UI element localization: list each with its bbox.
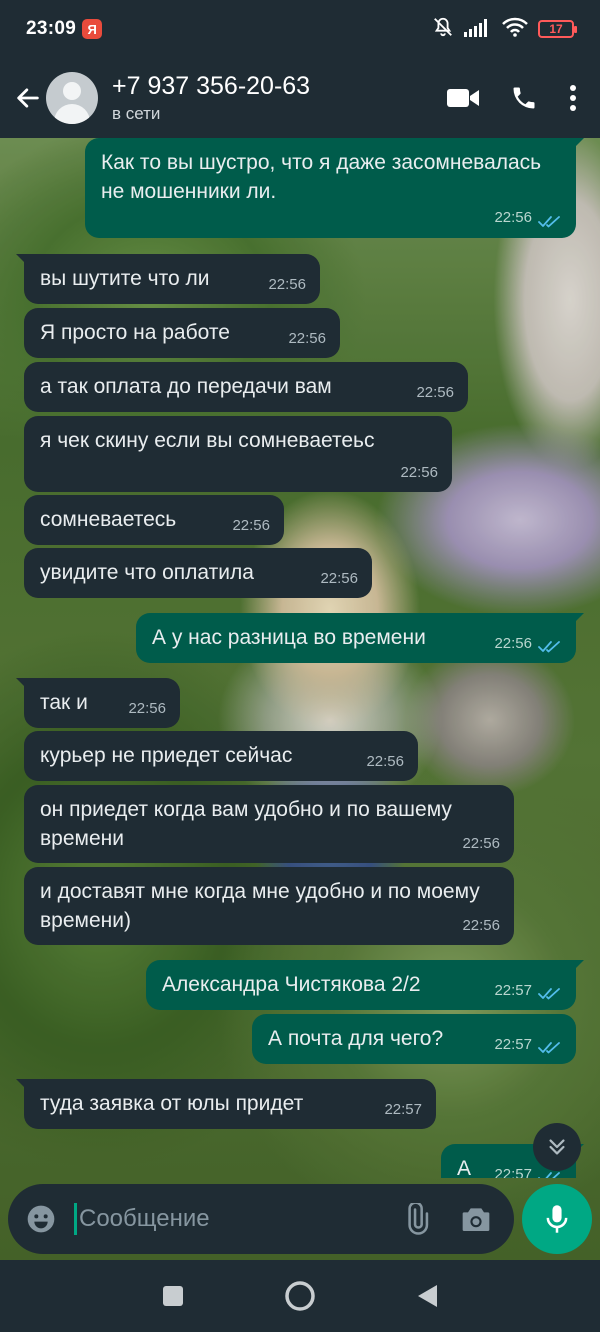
message-time: 22:57: [494, 982, 532, 999]
message-incoming[interactable]: а так оплата до передачи вам 22:56: [24, 362, 468, 412]
message-composer: [8, 1184, 514, 1254]
message-outgoing[interactable]: А у нас разница во времени 22:56: [136, 613, 584, 663]
message-incoming[interactable]: туда заявка от юлы придет 22:57: [16, 1079, 436, 1129]
video-call-icon: [447, 89, 479, 107]
contact-status: в сети: [112, 104, 161, 123]
message-text: А у нас разница во времени: [152, 626, 426, 649]
back-nav-button[interactable]: [403, 1272, 451, 1320]
message-text: он приедет когда вам удобно и по вашему …: [40, 798, 452, 850]
yandex-notification-icon: Я: [82, 19, 103, 39]
message-text: А почта для чего?: [268, 1027, 444, 1050]
message-text: А: [457, 1157, 472, 1178]
message-incoming[interactable]: он приедет когда вам удобно и по вашему …: [24, 785, 514, 863]
message-incoming[interactable]: увидите что оплатила 22:56: [24, 548, 372, 598]
double-chevron-down-icon: [549, 1139, 565, 1155]
message-time: 22:56: [288, 330, 326, 347]
voice-call-button[interactable]: [510, 84, 538, 112]
emoji-icon: [27, 1205, 55, 1233]
message-incoming[interactable]: Я просто на работе 22:56: [24, 308, 340, 358]
read-receipt-icon: [538, 988, 560, 1000]
message-time: 22:56: [416, 384, 454, 401]
message-time: 22:56: [462, 917, 500, 934]
message-text: Александра Чистякова 2/2: [162, 973, 421, 996]
attach-button[interactable]: [396, 1199, 436, 1239]
message-text: увидите что оплатила: [40, 561, 254, 584]
message-text: сомневаетесь: [40, 508, 177, 531]
message-time: 22:57: [494, 1166, 532, 1178]
read-receipt-icon: [538, 216, 560, 228]
more-options-button[interactable]: [568, 84, 578, 112]
avatar[interactable]: [46, 72, 98, 124]
text-cursor: [74, 1203, 77, 1235]
avatar-head: [63, 82, 81, 100]
message-text: Как то вы шустро, что я даже засомневала…: [101, 151, 542, 203]
message-time: 22:56: [494, 209, 532, 226]
home-icon: [285, 1281, 315, 1311]
message-incoming[interactable]: сомневаетесь 22:56: [24, 495, 284, 545]
message-time: 22:57: [494, 1036, 532, 1053]
back-triangle-icon: [417, 1285, 437, 1307]
message-time: 22:56: [400, 464, 438, 481]
read-receipt-icon: [538, 1172, 560, 1178]
status-bar: 23:09 Я 17: [0, 0, 600, 58]
mute-icon: [432, 16, 454, 43]
emoji-button[interactable]: [24, 1202, 58, 1236]
message-incoming[interactable]: курьер не приедет сейчас 22:56: [24, 731, 418, 781]
message-incoming[interactable]: вы шутите что ли 22:56: [16, 254, 320, 304]
recents-button[interactable]: [149, 1272, 197, 1320]
back-button[interactable]: [4, 74, 52, 122]
message-text: и доставят мне когда мне удобно и по мое…: [40, 880, 480, 932]
message-text: а так оплата до передачи вам: [40, 375, 332, 398]
message-time: 22:56: [462, 835, 500, 852]
message-time: 22:56: [494, 635, 532, 652]
message-text: я чек скину если вы сомневаетеьс: [40, 429, 375, 452]
message-time: 22:57: [384, 1101, 422, 1118]
message-text: вы шутите что ли: [40, 267, 210, 290]
message-outgoing[interactable]: А почта для чего? 22:57: [252, 1014, 576, 1064]
video-call-button[interactable]: [446, 86, 480, 110]
back-arrow-icon: [17, 88, 39, 108]
signal-icon: [464, 17, 492, 42]
avatar-body: [54, 104, 90, 124]
read-receipt-icon: [538, 1042, 560, 1054]
message-text: курьер не приедет сейчас: [40, 744, 293, 767]
message-incoming[interactable]: я чек скину если вы сомневаетеьс 22:56: [24, 416, 452, 492]
more-vert-icon: [570, 85, 576, 111]
message-text: туда заявка от юлы придет: [40, 1092, 304, 1115]
wifi-icon: [502, 17, 528, 42]
voice-message-button[interactable]: [522, 1184, 592, 1254]
mic-icon: [546, 1205, 568, 1233]
scroll-to-bottom-button[interactable]: [533, 1123, 581, 1171]
contact-name: +7 937 356-20-63: [112, 72, 311, 100]
recents-icon: [163, 1286, 184, 1306]
message-text: Я просто на работе: [40, 321, 230, 344]
message-input[interactable]: [79, 1199, 396, 1239]
message-list[interactable]: Как то вы шустро, что я даже засомневала…: [0, 138, 600, 1178]
message-incoming[interactable]: и доставят мне когда мне удобно и по мое…: [24, 867, 514, 945]
attach-icon: [408, 1203, 429, 1235]
read-receipt-icon: [538, 641, 560, 653]
message-text: так и: [40, 691, 88, 714]
message-time: 22:56: [320, 570, 358, 587]
system-navigation-bar: [0, 1260, 600, 1332]
message-time: 22:56: [268, 276, 306, 293]
message-time: 22:56: [366, 753, 404, 770]
camera-icon: [462, 1208, 490, 1231]
message-incoming[interactable]: так и 22:56: [16, 678, 180, 728]
message-outgoing[interactable]: Как то вы шустро, что я даже засомневала…: [85, 138, 584, 238]
camera-button[interactable]: [456, 1199, 496, 1239]
phone-icon: [513, 87, 535, 109]
home-button[interactable]: [276, 1272, 324, 1320]
battery-icon: 17: [538, 20, 577, 38]
message-outgoing[interactable]: Александра Чистякова 2/2 22:57: [146, 960, 584, 1010]
message-time: 22:56: [128, 700, 166, 717]
chat-header: +7 937 356-20-63 в сети: [0, 58, 600, 138]
contact-info[interactable]: +7 937 356-20-63 в сети: [112, 71, 310, 125]
status-time: 23:09: [26, 18, 77, 39]
message-time: 22:56: [232, 517, 270, 534]
